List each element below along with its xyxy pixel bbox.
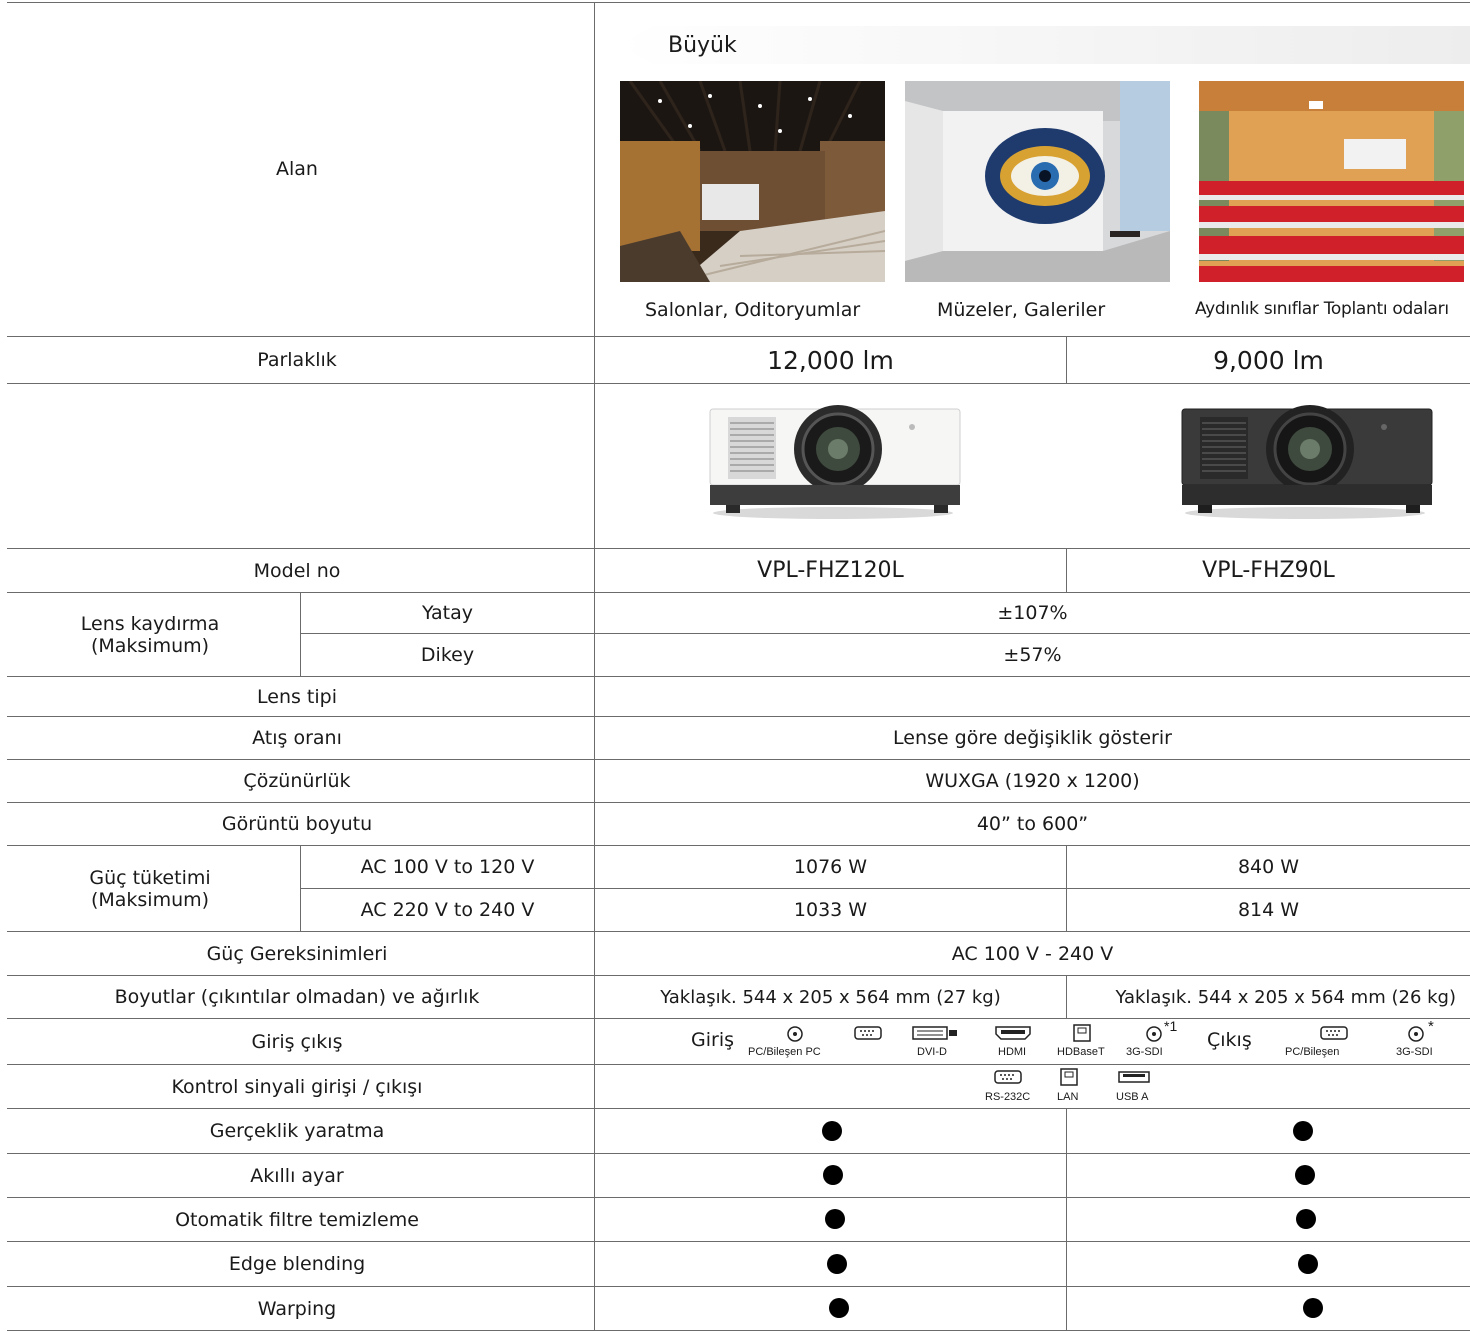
usb-a-port-icon: [1118, 1071, 1150, 1083]
projector-white-image: [709, 405, 961, 519]
smart-setting-label: Akıllı ayar: [250, 1164, 344, 1187]
lens-shift-horizontal-value: ±107%: [997, 602, 1068, 624]
brightness-value-model-2: 9,000 lm: [1213, 345, 1324, 375]
dimensions-model-2: Yaklaşık. 544 x 205 x 564 mm (26 kg): [1115, 986, 1456, 1008]
smart-setting-dot-model-1: [823, 1165, 843, 1185]
reality-creation-label: Gerçeklik yaratma: [209, 1120, 385, 1142]
hdbaset-port-icon: [1073, 1024, 1091, 1042]
output-sdi-label: 3G-SDI: [1396, 1046, 1433, 1058]
power-consumption-label: Güç tüketimi (Maksimum): [89, 866, 211, 911]
venue-caption-auditorium: Salonlar, Oditoryumlar: [645, 299, 861, 321]
input-hdbaset-label: HDBaseT: [1057, 1046, 1105, 1058]
output-pc-component-label: PC/Bileşen: [1285, 1046, 1340, 1058]
warping-dot-model-1: [829, 1298, 849, 1318]
reality-creation-dot-model-2: [1293, 1121, 1313, 1141]
control-signal-label: Kontrol sinyali girişi / çıkışı: [171, 1075, 423, 1098]
auto-filter-dot-model-2: [1296, 1209, 1316, 1229]
brightness-label: Parlaklık: [257, 349, 337, 371]
lens-shift-vertical-value: ±57%: [1003, 644, 1062, 666]
power-low-model-1: 1076 W: [793, 856, 868, 878]
image-size-label: Görüntü boyutu: [221, 813, 373, 835]
edge-blending-dot-model-1: [827, 1254, 847, 1274]
ac-220-240-label: AC 220 V to 240 V: [360, 899, 535, 921]
lens-shift-vertical-label: Dikey: [420, 644, 475, 666]
edge-blending-dot-model-2: [1298, 1254, 1318, 1274]
input-hdmi-label: HDMI: [998, 1046, 1027, 1058]
warping-label: Warping: [257, 1297, 337, 1320]
dimensions-model-1: Yaklaşık. 544 x 205 x 564 mm (27 kg): [660, 986, 1001, 1008]
auto-filter-dot-model-1: [825, 1209, 845, 1229]
model-no-label: Model no: [253, 559, 341, 582]
dvi-port-icon: [912, 1026, 957, 1040]
power-high-model-1: 1033 W: [793, 899, 868, 921]
control-lan-label: LAN: [1057, 1091, 1079, 1103]
edge-blending-label: Edge blending: [228, 1253, 366, 1275]
control-rs232c-label: RS-232C: [985, 1091, 1031, 1103]
input-dvi-label: DVI-D: [917, 1046, 947, 1058]
ac-100-120-label: AC 100 V to 120 V: [360, 856, 535, 878]
sdi-output-port-icon: [1408, 1026, 1424, 1042]
venue-caption-classroom: Aydınlık sınıflar Toplantı odaları: [1195, 299, 1449, 319]
power-requirements-value: AC 100 V - 240 V: [951, 942, 1114, 965]
power-high-model-2: 814 W: [1237, 899, 1300, 921]
model-no-2: VPL-FHZ90L: [1202, 558, 1335, 583]
reality-creation-dot-model-1: [822, 1121, 842, 1141]
image-size-value: 40” to 600”: [976, 813, 1089, 835]
resolution-label: Çözünürlük: [243, 770, 351, 792]
model-no-1: VPL-FHZ120L: [757, 558, 904, 583]
sdi-input-footnote: *1: [1164, 1018, 1178, 1034]
throw-ratio-label: Atış oranı: [252, 727, 342, 749]
input-label: Giriş: [691, 1029, 734, 1051]
io-label: Giriş çıkış: [251, 1030, 343, 1053]
rs232c-port-icon: [994, 1070, 1022, 1084]
dimensions-label: Boyutlar (çıkıntılar olmadan) ve ağırlık: [114, 986, 480, 1008]
lan-port-icon: [1060, 1068, 1078, 1086]
size-banner-label: Büyük: [668, 32, 737, 58]
projector-black-image: [1181, 405, 1433, 519]
lens-shift-label: Lens kaydırma (Maksimum): [80, 612, 220, 657]
lens-type-label: Lens tipi: [257, 685, 337, 708]
lens-shift-horizontal-label: Yatay: [422, 602, 473, 624]
throw-ratio-value: Lense göre değişiklik gösterir: [893, 727, 1172, 749]
sdi-output-footnote: *: [1428, 1018, 1434, 1035]
component-port-icon: [787, 1026, 803, 1042]
control-usb-a-label: USB A: [1116, 1091, 1149, 1103]
sdi-input-port-icon: [1146, 1026, 1162, 1042]
warping-dot-model-2: [1303, 1298, 1323, 1318]
resolution-value: WUXGA (1920 x 1200): [925, 770, 1140, 792]
input-pc-component-label: PC/Bileşen PC: [748, 1046, 821, 1058]
output-label: Çıkış: [1207, 1029, 1252, 1051]
input-sdi-label: 3G-SDI: [1126, 1046, 1163, 1058]
spec-table: Alan Büyük Salonlar, Oditoryumlar Müzele…: [0, 0, 1470, 1331]
area-label: Alan: [276, 158, 318, 180]
auditorium-photo: [620, 81, 885, 282]
power-requirements-label: Güç Gereksinimleri: [206, 942, 388, 965]
venue-caption-museum: Müzeler, Galeriler: [937, 299, 1106, 321]
classroom-photo: [1199, 81, 1464, 282]
power-low-model-2: 840 W: [1237, 856, 1300, 878]
vga-port-icon: [854, 1026, 882, 1040]
smart-setting-dot-model-2: [1295, 1165, 1315, 1185]
museum-photo: [905, 81, 1170, 282]
brightness-value-model-1: 12,000 lm: [767, 345, 894, 375]
auto-filter-label: Otomatik filtre temizleme: [175, 1208, 419, 1231]
vga-output-port-icon: [1320, 1026, 1348, 1040]
hdmi-port-icon: [995, 1026, 1031, 1040]
